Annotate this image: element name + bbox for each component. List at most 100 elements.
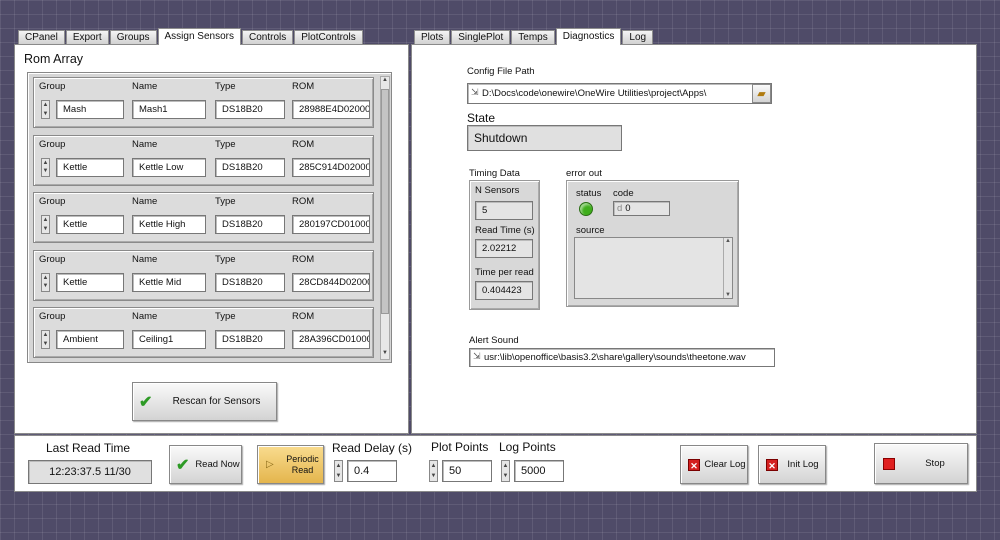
tab-singleplot[interactable]: SinglePlot xyxy=(451,30,511,45)
group-header: Group xyxy=(39,196,66,207)
check-icon: ✔ xyxy=(139,393,153,411)
state-field: Shutdown xyxy=(467,125,622,151)
name-field[interactable]: Kettle High xyxy=(132,215,206,234)
group-field[interactable]: Ambient xyxy=(56,330,124,349)
alert-sound-field[interactable]: ⇲ usr:\lib\openoffice\basis3.2\share\gal… xyxy=(469,348,775,367)
name-field[interactable]: Mash1 xyxy=(132,100,206,119)
stop-button[interactable]: Stop xyxy=(874,443,968,484)
name-field[interactable]: Kettle Low xyxy=(132,157,206,177)
rom-field[interactable]: 28988E4D020000 xyxy=(292,100,370,119)
type-header: Type xyxy=(215,81,236,92)
group-stepper[interactable]: ▲ ▼ xyxy=(41,272,50,292)
group-field[interactable]: Kettle xyxy=(56,157,124,177)
read-time-label: Read Time (s) xyxy=(475,225,535,236)
init-log-button[interactable]: ✕ Init Log xyxy=(758,445,826,484)
tab-controls[interactable]: Controls xyxy=(242,30,294,45)
log-points-stepper[interactable]: ▲ ▼ xyxy=(501,460,510,482)
read-delay-field[interactable]: 0.4 xyxy=(347,460,397,482)
timing-data-cluster: N Sensors 5 Read Time (s) 2.02212 Time p… xyxy=(469,180,540,310)
log-points-field[interactable]: 5000 xyxy=(514,460,564,482)
rescan-button[interactable]: ✔ Rescan for Sensors xyxy=(132,382,277,421)
scroll-down-icon[interactable]: ▼ xyxy=(381,350,389,359)
log-points-value: 5000 xyxy=(521,465,546,477)
tab-groups[interactable]: Groups xyxy=(109,30,157,45)
time-per-read-field: 0.404423 xyxy=(475,281,533,300)
plot-points-stepper[interactable]: ▲ ▼ xyxy=(429,460,438,482)
config-path-field[interactable]: ⇲ D:\Docs\code\onewire\OneWire Utilities… xyxy=(467,83,772,104)
type-field[interactable]: DS18B20 xyxy=(215,215,285,234)
time-per-read-label: Time per read xyxy=(475,267,534,278)
source-scrollbar[interactable]: ▲ ▼ xyxy=(723,238,732,298)
name-field[interactable]: Kettle Mid xyxy=(132,272,206,292)
type-value: DS18B20 xyxy=(222,161,263,173)
group-field[interactable]: Kettle xyxy=(56,272,124,292)
scroll-up-icon[interactable]: ▲ xyxy=(381,77,389,86)
source-field: ▲ ▼ xyxy=(574,237,733,299)
type-value: DS18B20 xyxy=(222,276,263,288)
alert-sound-label: Alert Sound xyxy=(469,335,519,346)
n-sensors-field: 5 xyxy=(475,201,533,220)
type-field[interactable]: DS18B20 xyxy=(215,330,285,349)
periodic-read-button[interactable]: ▷ Periodic Read xyxy=(257,445,324,484)
group-stepper[interactable]: ▲ ▼ xyxy=(41,100,50,119)
rom-field[interactable]: 28A396CD010000 xyxy=(292,330,370,349)
type-field[interactable]: DS18B20 xyxy=(215,157,285,177)
name-header: Name xyxy=(132,81,158,92)
name-field[interactable]: Ceiling1 xyxy=(132,330,206,349)
tab-plots[interactable]: Plots xyxy=(414,30,451,45)
log-points-label: Log Points xyxy=(499,440,556,454)
plot-points-field[interactable]: 50 xyxy=(442,460,492,482)
tab-assign-sensors[interactable]: Assign Sensors xyxy=(157,28,241,45)
time-per-read-value: 0.404423 xyxy=(482,285,522,296)
type-value: DS18B20 xyxy=(222,334,263,345)
scroll-thumb[interactable] xyxy=(381,89,389,314)
tab-temps[interactable]: Temps xyxy=(511,30,555,45)
rom-header: ROM xyxy=(292,253,315,265)
rom-value: 28A396CD010000 xyxy=(299,334,370,345)
group-stepper[interactable]: ▲ ▼ xyxy=(41,330,50,349)
rom-field[interactable]: 280197CD010000 xyxy=(292,215,370,234)
read-now-button[interactable]: ✔ Read Now xyxy=(169,445,242,484)
name-header: Name xyxy=(132,253,158,265)
group-stepper[interactable]: ▲ ▼ xyxy=(41,215,50,234)
name-header: Name xyxy=(132,311,158,322)
type-field[interactable]: DS18B20 xyxy=(215,272,285,292)
source-label: source xyxy=(576,225,605,236)
tab-cpanel[interactable]: CPanel xyxy=(18,30,65,45)
browse-folder-button[interactable]: ▰ xyxy=(752,84,771,103)
play-icon: ▷ xyxy=(266,459,274,470)
name-value: Ceiling1 xyxy=(139,334,174,345)
clear-log-button[interactable]: ✕ Clear Log xyxy=(680,445,748,484)
rom-field[interactable]: 28CD844D020000 xyxy=(292,272,370,292)
group-field[interactable]: Mash xyxy=(56,100,124,119)
group-field[interactable]: Kettle xyxy=(56,215,124,234)
rom-field[interactable]: 285C914D020000 xyxy=(292,157,370,177)
error-out-label: error out xyxy=(566,168,602,179)
tab-plotcontrols[interactable]: PlotControls xyxy=(294,30,363,45)
folder-icon: ▰ xyxy=(757,88,766,100)
state-value: Shutdown xyxy=(474,131,528,145)
status-label: status xyxy=(576,188,602,199)
group-stepper[interactable]: ▲ ▼ xyxy=(41,157,50,177)
rom-header: ROM xyxy=(292,311,315,322)
rom-value: 285C914D020000 xyxy=(299,161,370,173)
type-header: Type xyxy=(215,311,236,322)
rom-row: Group ▲ ▼ Ambient Name Ceiling1 Type DS18B20 ROM… xyxy=(33,307,374,358)
read-delay-stepper[interactable]: ▲ ▼ xyxy=(334,460,343,482)
type-header: Type xyxy=(215,138,236,150)
diagnostics-panel: Config File Path ⇲ D:\Docs\code\onewire\… xyxy=(411,44,977,434)
tab-log[interactable]: Log xyxy=(622,30,654,45)
rom-array-scrollbar[interactable]: ▲ ▼ xyxy=(380,76,390,360)
rescan-label: Rescan for Sensors xyxy=(172,396,261,407)
rom-header: ROM xyxy=(292,81,315,92)
type-field[interactable]: DS18B20 xyxy=(215,100,285,119)
read-time-field: 2.02212 xyxy=(475,239,533,258)
group-header: Group xyxy=(39,311,66,322)
tab-diagnostics[interactable]: Diagnostics xyxy=(555,28,622,45)
name-value: Kettle Low xyxy=(139,161,184,173)
group-value: Kettle xyxy=(63,219,88,230)
last-read-time-label: Last Read Time xyxy=(46,441,131,455)
rom-row: Group ▲ ▼ Kettle Name Kettle Mid Type DS18B20 RO… xyxy=(33,249,374,301)
tab-export[interactable]: Export xyxy=(65,30,109,45)
read-delay-value: 0.4 xyxy=(354,465,370,477)
